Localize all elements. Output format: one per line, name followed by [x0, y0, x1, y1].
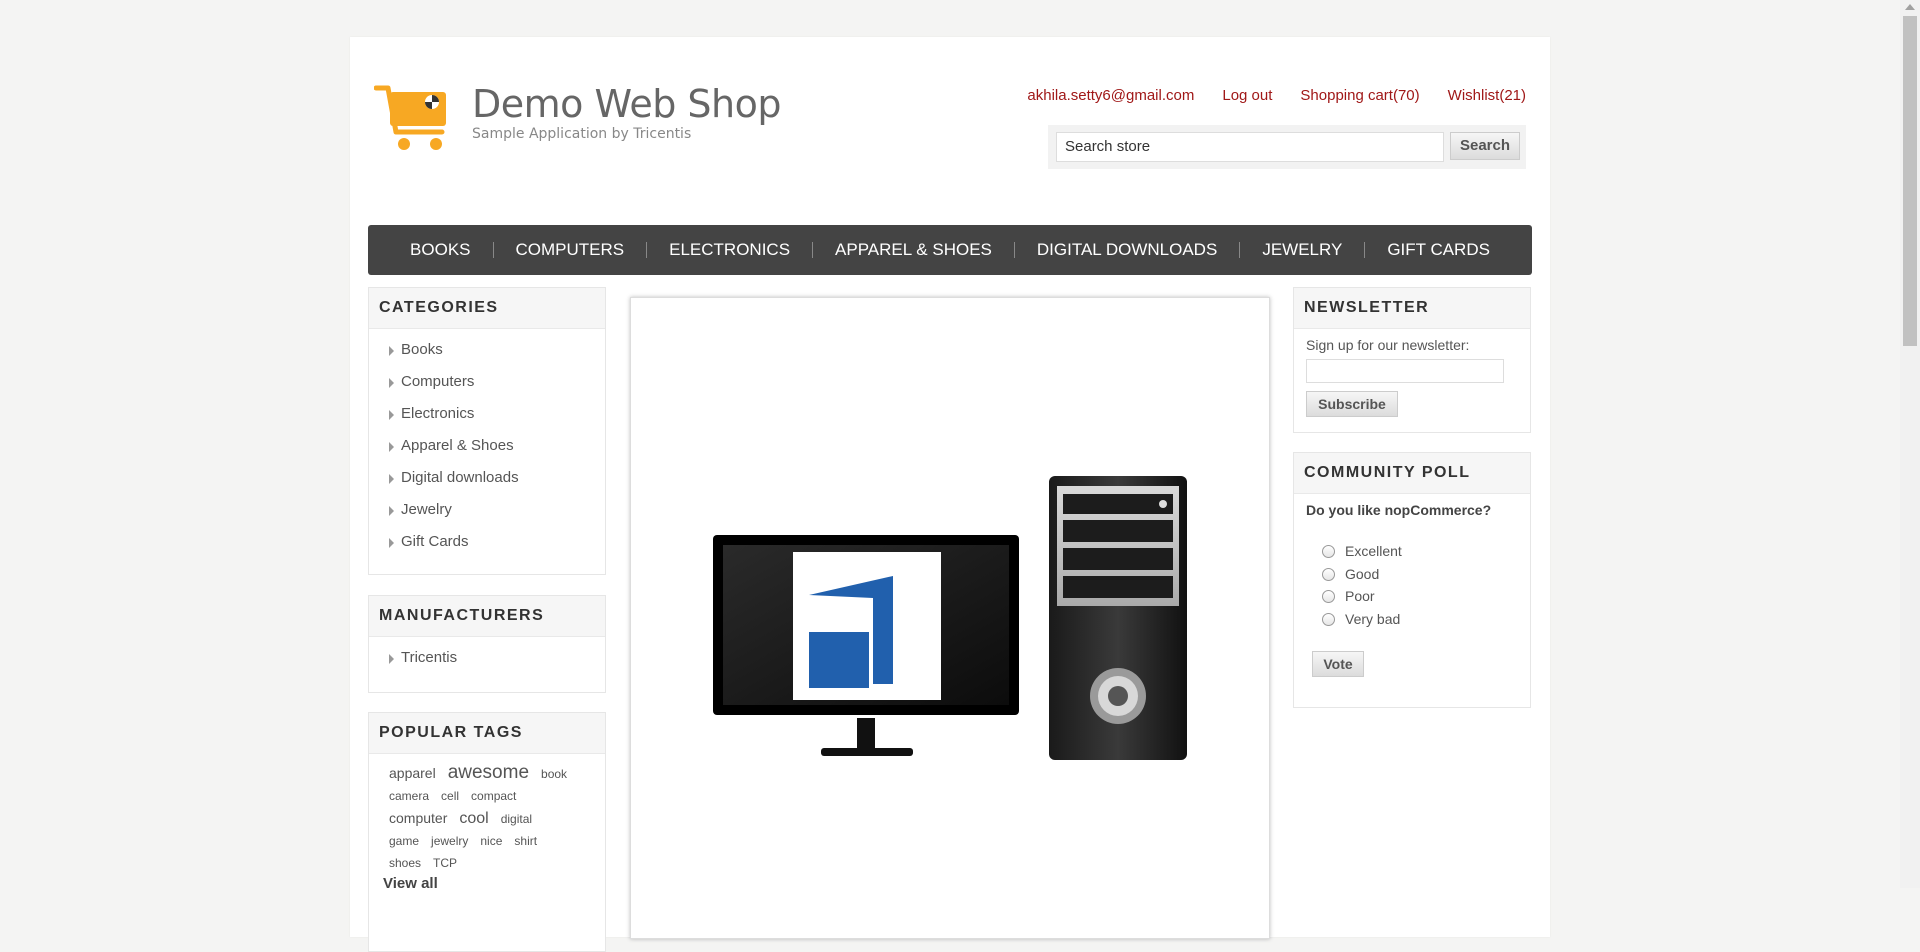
- menu-computers[interactable]: COMPUTERS: [494, 240, 647, 260]
- tag-item[interactable]: compact: [471, 785, 516, 807]
- popular-tags-block: POPULAR TAGS apparel awesome book camera ce…: [368, 712, 606, 952]
- tag-item[interactable]: cell: [441, 785, 459, 807]
- menu-books[interactable]: BOOKS: [388, 240, 492, 260]
- vote-button[interactable]: Vote: [1312, 651, 1364, 677]
- poll-question: Do you like nopCommerce?: [1306, 502, 1492, 518]
- tag-item[interactable]: camera: [389, 785, 429, 807]
- page-scrollbar[interactable]: [1900, 0, 1920, 888]
- top-menu: BOOKS COMPUTERS ELECTRONICS APPAREL & SH…: [368, 225, 1532, 275]
- tag-item[interactable]: shirt: [514, 830, 537, 852]
- newsletter-block: NEWSLETTER Sign up for our newsletter: S…: [1293, 287, 1531, 433]
- category-item-apparel-shoes[interactable]: Apparel & Shoes: [369, 433, 605, 465]
- desktop-computer-image: [713, 476, 1187, 760]
- subscribe-button[interactable]: Subscribe: [1306, 391, 1398, 417]
- category-item-computers[interactable]: Computers: [369, 369, 605, 401]
- menu-gift-cards[interactable]: GIFT CARDS: [1365, 240, 1512, 260]
- header-links: akhila.setty6@gmail.com Log out Shopping…: [1027, 87, 1526, 104]
- arrow-right-icon: [389, 410, 394, 420]
- category-item-gift-cards[interactable]: Gift Cards: [369, 529, 605, 561]
- menu-jewelry[interactable]: JEWELRY: [1240, 240, 1364, 260]
- logo-subtitle: Sample Application by Tricentis: [472, 126, 692, 142]
- tag-item[interactable]: apparel: [389, 762, 436, 784]
- category-item-jewelry[interactable]: Jewelry: [369, 497, 605, 529]
- tag-item[interactable]: awesome: [448, 762, 529, 784]
- radio-button[interactable]: [1322, 567, 1335, 581]
- tag-item[interactable]: cool: [459, 808, 488, 830]
- logo-title: Demo Web Shop: [472, 82, 782, 126]
- radio-button[interactable]: [1322, 612, 1335, 626]
- tag-item[interactable]: book: [541, 763, 567, 785]
- search-input[interactable]: Search store: [1056, 132, 1444, 162]
- tag-item[interactable]: game: [389, 830, 419, 852]
- tag-item[interactable]: digital: [501, 808, 532, 830]
- popular-tags-title: POPULAR TAGS: [369, 713, 605, 754]
- menu-electronics[interactable]: ELECTRONICS: [647, 240, 812, 260]
- poll-option-excellent[interactable]: Excellent: [1322, 543, 1402, 559]
- community-poll-block: COMMUNITY POLL Do you like nopCommerce? …: [1293, 452, 1531, 708]
- poll-option-very-bad[interactable]: Very bad: [1322, 611, 1400, 627]
- category-item-digital-downloads[interactable]: Digital downloads: [369, 465, 605, 497]
- logo[interactable]: Demo Web Shop Sample Application by Tric…: [374, 82, 782, 154]
- tag-item[interactable]: jewelry: [431, 830, 468, 852]
- categories-block: CATEGORIES Books Computers Electronics A…: [368, 287, 606, 575]
- category-item-books[interactable]: Books: [369, 337, 605, 369]
- arrow-right-icon: [389, 474, 394, 484]
- shopping-cart-logo-icon: [374, 85, 446, 150]
- newsletter-email-input[interactable]: [1306, 359, 1504, 383]
- view-all-tags-link[interactable]: View all: [383, 875, 438, 892]
- arrow-right-icon: [389, 442, 394, 452]
- manufacturers-title: MANUFACTURERS: [369, 596, 605, 637]
- arrow-right-icon: [389, 538, 394, 548]
- tag-item[interactable]: TCP: [433, 852, 457, 874]
- category-item-electronics[interactable]: Electronics: [369, 401, 605, 433]
- radio-button[interactable]: [1322, 544, 1335, 558]
- categories-title: CATEGORIES: [369, 288, 605, 329]
- search-button[interactable]: Search: [1450, 132, 1520, 160]
- newsletter-title: NEWSLETTER: [1294, 288, 1530, 329]
- radio-button[interactable]: [1322, 589, 1335, 603]
- tag-item[interactable]: shoes: [389, 852, 421, 874]
- tag-item[interactable]: computer: [389, 807, 447, 829]
- scroll-up-arrow-icon[interactable]: [1905, 4, 1915, 10]
- poll-option-poor[interactable]: Poor: [1322, 588, 1375, 604]
- shopping-cart-link[interactable]: Shopping cart(70): [1300, 87, 1419, 104]
- scrollbar-thumb[interactable]: [1903, 16, 1917, 346]
- arrow-right-icon: [389, 346, 394, 356]
- tag-item[interactable]: nice: [480, 830, 502, 852]
- arrow-right-icon: [389, 378, 394, 388]
- menu-digital-downloads[interactable]: DIGITAL DOWNLOADS: [1015, 240, 1239, 260]
- poll-option-good[interactable]: Good: [1322, 566, 1379, 582]
- hero-banner[interactable]: [630, 297, 1270, 939]
- arrow-right-icon: [389, 654, 394, 664]
- account-link[interactable]: akhila.setty6@gmail.com: [1027, 87, 1194, 104]
- newsletter-label: Sign up for our newsletter:: [1306, 337, 1470, 353]
- page-container: Demo Web Shop Sample Application by Tric…: [350, 37, 1550, 952]
- search-box: Search store Search: [1048, 125, 1526, 169]
- manufacturers-block: MANUFACTURERS Tricentis: [368, 595, 606, 693]
- manufacturer-item-tricentis[interactable]: Tricentis: [369, 645, 605, 677]
- menu-apparel-shoes[interactable]: APPAREL & SHOES: [813, 240, 1014, 260]
- wishlist-link[interactable]: Wishlist(21): [1448, 87, 1526, 104]
- logout-link[interactable]: Log out: [1222, 87, 1272, 104]
- poll-title: COMMUNITY POLL: [1294, 453, 1530, 494]
- arrow-right-icon: [389, 506, 394, 516]
- tag-cloud: apparel awesome book camera cell compact com…: [369, 754, 605, 874]
